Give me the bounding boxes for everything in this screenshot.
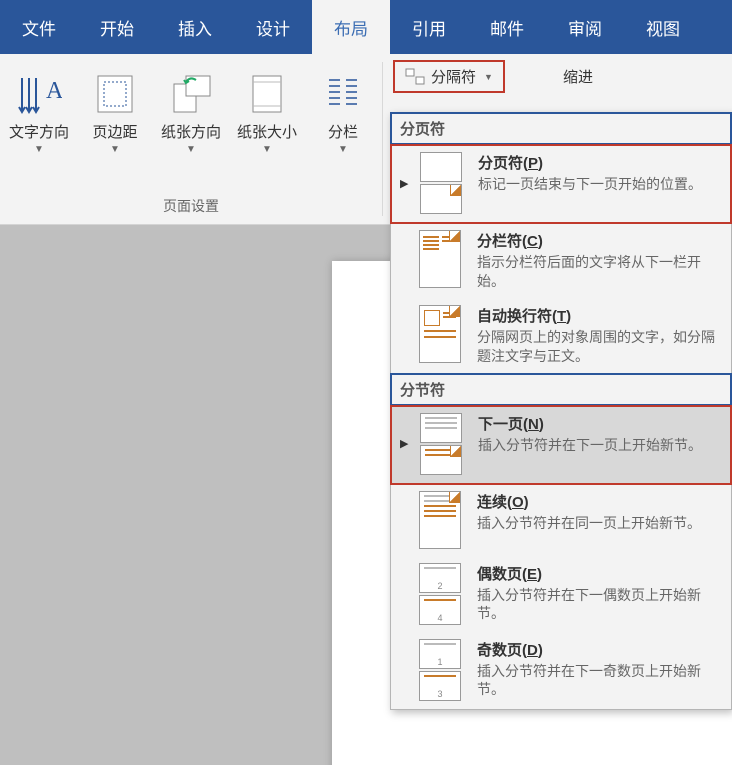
size-button[interactable]: 纸张大小 ▼: [229, 62, 305, 155]
chevron-down-icon: ▼: [34, 144, 44, 155]
break-odd-page-item[interactable]: 1 3 奇数页(D) 插入分节符并在下一奇数页上开始新节。: [391, 633, 731, 709]
page-breaks-header: 分页符: [390, 112, 732, 145]
columns-icon: [323, 70, 363, 118]
text-direction-label: 文字方向: [9, 124, 69, 142]
tab-home[interactable]: 开始: [78, 0, 156, 54]
tab-mailings[interactable]: 邮件: [468, 0, 546, 54]
tab-view[interactable]: 视图: [624, 0, 702, 54]
break-even-page-desc: 插入分节符并在下一偶数页上开始新节。: [477, 586, 723, 624]
break-odd-page-desc: 插入分节符并在下一奇数页上开始新节。: [477, 662, 723, 700]
odd-page-section-icon: 1 3: [419, 639, 465, 701]
columns-label: 分栏: [328, 124, 358, 142]
break-wrap-title: 自动换行符(T): [477, 305, 723, 326]
text-direction-button[interactable]: A 文字方向 ▼: [1, 62, 77, 155]
continuous-section-icon: [419, 491, 465, 549]
break-continuous-item[interactable]: 连续(O) 插入分节符并在同一页上开始新节。: [391, 485, 731, 557]
break-even-page-item[interactable]: 2 4 偶数页(E) 插入分节符并在下一偶数页上开始新节。: [391, 557, 731, 633]
break-next-page-title: 下一页(N): [478, 413, 722, 434]
breaks-button[interactable]: 分隔符 ▼: [393, 60, 505, 93]
next-page-section-icon: [420, 413, 466, 475]
selected-marker-icon: ▶: [400, 413, 408, 475]
breaks-icon: [405, 68, 425, 86]
chevron-down-icon: ▼: [186, 144, 196, 155]
text-wrap-break-icon: [419, 305, 465, 366]
chevron-down-icon: ▼: [338, 144, 348, 155]
page-setup-group-label: 页面设置: [0, 192, 382, 220]
margins-button[interactable]: 页边距 ▼: [77, 62, 153, 155]
margins-icon: [94, 70, 136, 118]
break-next-page-desc: 插入分节符并在下一页上开始新节。: [478, 436, 722, 455]
tab-file[interactable]: 文件: [0, 0, 78, 54]
break-continuous-title: 连续(O): [477, 491, 723, 512]
margins-label: 页边距: [92, 124, 137, 142]
breaks-label: 分隔符: [431, 66, 476, 87]
chevron-down-icon: ▼: [484, 72, 493, 82]
indent-label: 缩进: [563, 66, 593, 87]
tab-references[interactable]: 引用: [390, 0, 468, 54]
chevron-down-icon: ▼: [262, 144, 272, 155]
size-label: 纸张大小: [237, 124, 297, 142]
text-direction-icon: A: [16, 70, 62, 118]
paper-size-icon: [247, 70, 287, 118]
even-page-section-icon: 2 4: [419, 563, 465, 625]
section-breaks-header: 分节符: [390, 373, 732, 406]
ribbon-tabbar: 文件 开始 插入 设计 布局 引用 邮件 审阅 视图: [0, 0, 732, 54]
selected-marker-icon: ▶: [400, 152, 408, 214]
break-page-title: 分页符(P): [478, 152, 722, 173]
page-break-icon: [420, 152, 466, 214]
column-break-icon: [419, 230, 465, 291]
tab-layout[interactable]: 布局: [312, 0, 390, 54]
svg-text:A: A: [46, 78, 62, 104]
chevron-down-icon: ▼: [110, 144, 120, 155]
break-wrap-item[interactable]: 自动换行符(T) 分隔网页上的对象周围的文字，如分隔题注文字与正文。: [391, 299, 731, 374]
break-column-title: 分栏符(C): [477, 230, 723, 251]
break-even-page-title: 偶数页(E): [477, 563, 723, 584]
tab-insert[interactable]: 插入: [156, 0, 234, 54]
orientation-icon: [168, 70, 214, 118]
break-odd-page-title: 奇数页(D): [477, 639, 723, 660]
break-continuous-desc: 插入分节符并在同一页上开始新节。: [477, 514, 723, 533]
break-page-desc: 标记一页结束与下一页开始的位置。: [478, 175, 722, 194]
tab-design[interactable]: 设计: [234, 0, 312, 54]
orientation-button[interactable]: 纸张方向 ▼: [153, 62, 229, 155]
orientation-label: 纸张方向: [161, 124, 221, 142]
break-column-item[interactable]: 分栏符(C) 指示分栏符后面的文字将从下一栏开始。: [391, 224, 731, 299]
break-column-desc: 指示分栏符后面的文字将从下一栏开始。: [477, 253, 723, 291]
columns-button[interactable]: 分栏 ▼: [305, 62, 381, 155]
break-wrap-desc: 分隔网页上的对象周围的文字，如分隔题注文字与正文。: [477, 328, 723, 366]
break-next-page-item[interactable]: ▶ 下一页(N) 插入分节符并在下一页上开始新节。: [390, 405, 732, 485]
break-page-item[interactable]: ▶ 分页符(P) 标记一页结束与下一页开始的位置。: [390, 144, 732, 224]
breaks-gallery: 分页符 ▶ 分页符(P) 标记一页结束与下一页开始的位置。 分栏符(C) 指示分…: [390, 112, 732, 710]
tab-review[interactable]: 审阅: [546, 0, 624, 54]
